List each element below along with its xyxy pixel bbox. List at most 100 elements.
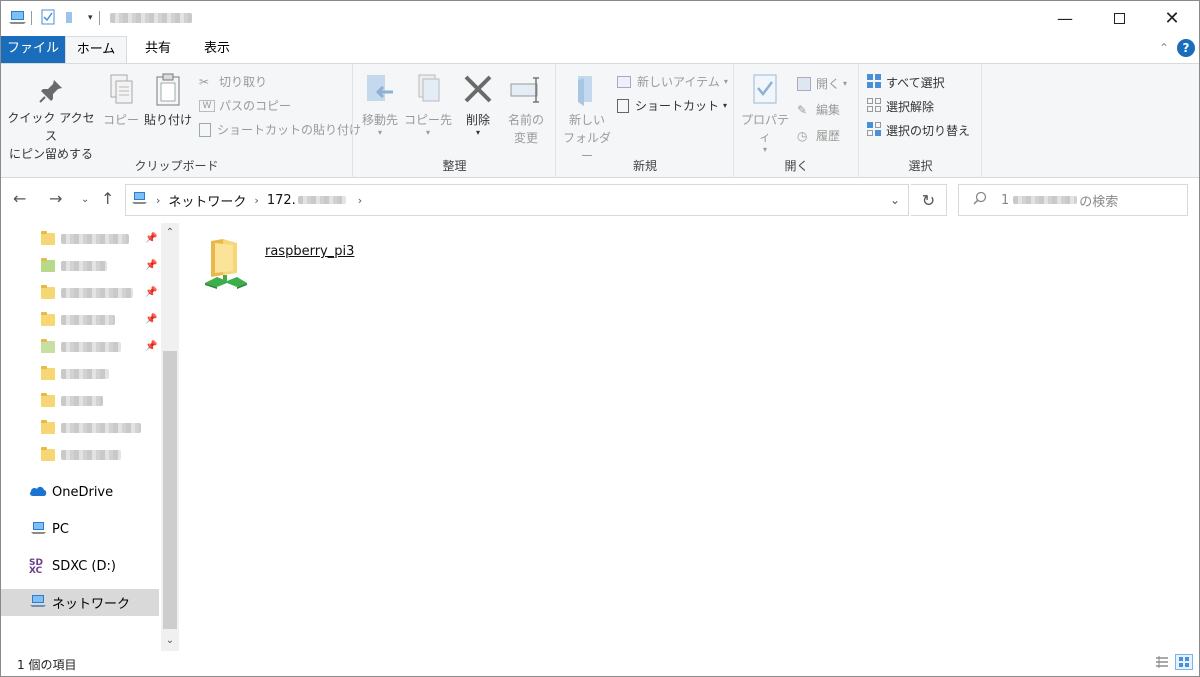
pinned-icon: 📌 <box>145 314 158 325</box>
tab-home[interactable]: ホーム <box>65 36 127 63</box>
easy-access-icon <box>617 98 629 113</box>
item-count: 1 個の項目 <box>17 657 77 672</box>
close-button[interactable]: ✕ <box>1145 1 1199 35</box>
pin-icon <box>36 76 66 109</box>
quick-access-item[interactable]: 📌 <box>1 225 159 252</box>
rename-button[interactable]: 名前の 変更 <box>502 72 550 147</box>
rename-label-1: 名前の <box>507 113 544 127</box>
copy-path-button[interactable]: W パスのコピー <box>199 97 291 114</box>
collapse-ribbon-icon[interactable]: ⌃ <box>1159 41 1169 55</box>
nav-item-network[interactable]: ネットワーク <box>1 589 159 616</box>
recent-locations-chevron-icon[interactable]: ⌄ <box>81 194 89 205</box>
address-history-chevron-icon[interactable]: ⌄ <box>881 184 909 216</box>
group-new: 新しい フォルダー 新しいアイテム ▾ ショートカット ▾ 新規 <box>557 64 734 178</box>
quick-access-item[interactable] <box>1 441 159 468</box>
folder-icon <box>41 257 55 272</box>
quick-access-item[interactable]: 📌 <box>1 279 159 306</box>
history-button[interactable]: ◷ 履歴 <box>797 127 840 144</box>
properties-dropdown-icon: ▾ <box>762 145 767 154</box>
breadcrumb-chevron-icon[interactable]: › <box>156 194 160 207</box>
open-dropdown-icon: ▾ <box>843 79 848 88</box>
pinned-icon: 📌 <box>145 233 158 244</box>
rename-icon <box>509 72 543 111</box>
explorer-app-icon[interactable] <box>9 9 27 28</box>
breadcrumb-chevron-icon[interactable]: › <box>254 194 258 207</box>
copy-button[interactable]: コピー <box>101 72 141 128</box>
group-label-new: 新規 <box>632 159 657 173</box>
invert-selection-button[interactable]: 選択の切り替え <box>866 121 970 140</box>
scissors-icon: ✂ <box>199 74 210 89</box>
maximize-button[interactable] <box>1092 1 1146 35</box>
tab-view[interactable]: 表示 <box>189 36 245 63</box>
open-icon <box>797 76 811 91</box>
nav-label-network: ネットワーク <box>52 597 131 612</box>
edit-pencil-icon: ✎ <box>797 102 808 117</box>
shared-folder-item[interactable]: raspberry_pi3 <box>203 237 383 293</box>
breadcrumb-network[interactable]: ネットワーク <box>168 191 246 210</box>
select-all-button[interactable]: すべて選択 <box>866 73 945 92</box>
scroll-down-icon[interactable]: ⌄ <box>161 633 179 649</box>
search-placeholder-suffix: の検索 <box>1079 194 1119 210</box>
tab-file[interactable]: ファイル <box>1 36 65 63</box>
large-icons-view-icon[interactable] <box>1175 654 1193 670</box>
select-none-button[interactable]: 選択解除 <box>866 97 934 116</box>
copy-path-icon: W <box>199 99 215 112</box>
shared-folder-name[interactable]: raspberry_pi3 <box>265 244 354 259</box>
forward-arrow-icon[interactable]: → <box>49 189 62 208</box>
ribbon-tabs: ファイル ホーム 共有 表示 ⌃ ? <box>1 36 1199 63</box>
pinned-icon: 📌 <box>145 260 158 271</box>
delete-x-icon <box>461 72 495 111</box>
folder-name-redacted <box>61 449 121 460</box>
clipboard-icon <box>153 72 183 111</box>
edit-button[interactable]: ✎ 編集 <box>797 101 840 118</box>
quick-access-item[interactable]: 📌 <box>1 306 159 333</box>
address-bar[interactable]: › ネットワーク › 172. › <box>125 184 909 216</box>
paste-shortcut-button[interactable]: ショートカットの貼り付け <box>199 121 361 138</box>
sd-card-icon: SD XC <box>29 557 43 576</box>
file-list: raspberry_pi3 <box>181 223 1199 651</box>
select-all-label: すべて選択 <box>886 76 945 90</box>
back-arrow-icon[interactable]: ← <box>13 189 26 208</box>
nav-item-pc[interactable]: PC <box>1 516 159 543</box>
scroll-thumb[interactable] <box>163 351 177 629</box>
copy-to-button[interactable]: コピー先 ▾ <box>404 72 452 137</box>
refresh-icon[interactable]: ↻ <box>911 184 947 216</box>
help-icon[interactable]: ? <box>1177 39 1195 57</box>
new-folder-button[interactable]: 新しい フォルダー <box>559 72 615 165</box>
customize-quick-access-icon[interactable]: ▾ <box>88 13 93 23</box>
paste-button[interactable]: 貼り付け <box>143 72 193 128</box>
move-to-button[interactable]: 移動先 ▾ <box>358 72 402 137</box>
nav-scrollbar[interactable]: ⌃ ⌄ <box>161 223 179 651</box>
cut-button[interactable]: ✂ 切り取り <box>199 73 267 90</box>
quick-access-item[interactable] <box>1 360 159 387</box>
delete-button[interactable]: 削除 ▾ <box>456 72 500 137</box>
open-button[interactable]: 開く ▾ <box>797 75 847 92</box>
quick-access-item[interactable]: 📌 <box>1 333 159 360</box>
easy-access-button[interactable]: ショートカット ▾ <box>617 97 727 114</box>
delete-dropdown-icon: ▾ <box>475 128 480 137</box>
folder-name-redacted <box>61 314 115 325</box>
minimize-button[interactable]: — <box>1038 1 1092 35</box>
properties-quick-icon[interactable] <box>40 9 56 28</box>
tab-share[interactable]: 共有 <box>129 36 187 63</box>
quick-access-item[interactable] <box>1 414 159 441</box>
nav-item-onedrive[interactable]: OneDrive <box>1 479 159 506</box>
folder-icon <box>41 311 55 326</box>
details-view-icon[interactable] <box>1153 654 1171 670</box>
search-box[interactable]: 1 の検索 <box>958 184 1188 216</box>
folder-name-redacted <box>61 260 107 271</box>
new-folder-quick-icon[interactable] <box>64 9 80 28</box>
properties-button[interactable]: プロパティ ▾ <box>737 72 793 154</box>
quick-access-item[interactable] <box>1 387 159 414</box>
group-label-open: 開く <box>784 159 809 173</box>
breadcrumb-chevron-icon[interactable]: › <box>358 194 362 207</box>
search-placeholder-prefix: 1 <box>1001 192 1010 208</box>
pin-quick-access-button[interactable]: クイック アクセス にピン留めする <box>5 76 97 163</box>
scroll-up-icon[interactable]: ⌃ <box>161 225 179 241</box>
quick-access-item[interactable]: 📌 <box>1 252 159 279</box>
nav-label-pc: PC <box>52 522 69 537</box>
breadcrumb-host[interactable]: 172. <box>267 193 296 208</box>
up-arrow-icon[interactable]: ↑ <box>101 189 114 208</box>
nav-item-sdxc[interactable]: SD XC SDXC (D:) <box>1 553 159 580</box>
new-item-button[interactable]: 新しいアイテム ▾ <box>617 73 728 90</box>
